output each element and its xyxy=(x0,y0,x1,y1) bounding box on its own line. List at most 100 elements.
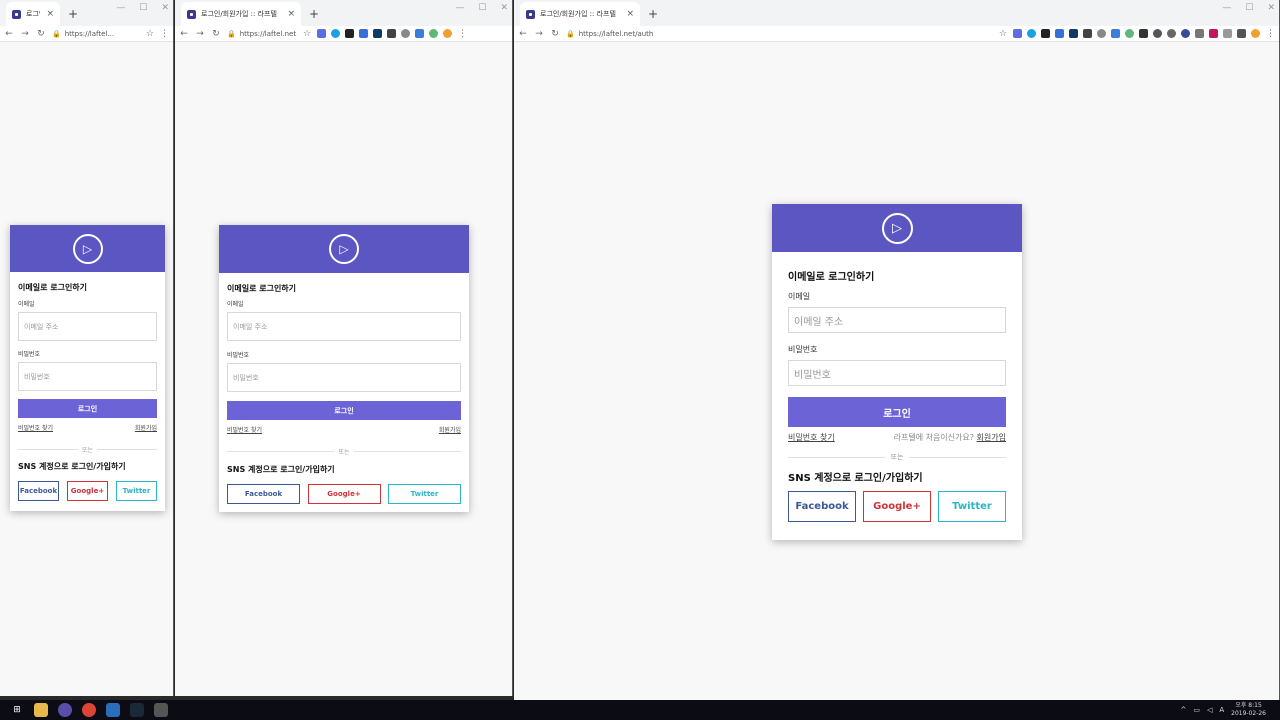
network-icon[interactable]: ▭ xyxy=(1193,706,1200,714)
new-tab-icon[interactable]: + xyxy=(68,7,78,21)
password-input[interactable]: 비밀번호 xyxy=(18,362,157,391)
extension-icon[interactable] xyxy=(1209,29,1218,38)
maximize-icon[interactable]: ☐ xyxy=(478,3,486,13)
extension-icon[interactable] xyxy=(1013,29,1022,38)
app-icon[interactable] xyxy=(106,703,120,717)
email-input[interactable]: 이메일 주소 xyxy=(18,312,157,341)
menu-icon[interactable]: ⋮ xyxy=(160,29,169,39)
extension-icon[interactable] xyxy=(1125,29,1134,38)
twitter-button[interactable]: Twitter xyxy=(116,481,157,501)
close-tab-icon[interactable]: × xyxy=(626,9,634,19)
volume-icon[interactable]: ◁ xyxy=(1207,706,1212,714)
extension-icon[interactable] xyxy=(1237,29,1246,38)
extension-icon[interactable] xyxy=(429,29,439,38)
forward-icon[interactable]: → xyxy=(20,29,30,39)
browser-tab[interactable]: 로그인/회원가입 :: 라프텔 × xyxy=(181,2,301,26)
chrome-icon[interactable] xyxy=(82,703,96,717)
close-window-icon[interactable]: ✕ xyxy=(1267,3,1275,13)
extension-icon[interactable] xyxy=(1153,29,1162,38)
windows-start-icon[interactable]: ⊞ xyxy=(10,703,24,717)
login-button[interactable]: 로그인 xyxy=(18,399,157,418)
ime-icon[interactable]: A xyxy=(1219,706,1224,714)
reload-icon[interactable]: ↻ xyxy=(36,29,46,39)
back-icon[interactable]: ← xyxy=(518,29,528,39)
google-button[interactable]: Google+ xyxy=(67,481,108,501)
maximize-icon[interactable]: ☐ xyxy=(139,3,147,13)
new-tab-icon[interactable]: + xyxy=(309,7,319,21)
extension-icon[interactable] xyxy=(415,29,425,38)
back-icon[interactable]: ← xyxy=(4,29,14,39)
extension-icon[interactable] xyxy=(317,29,327,38)
extension-icon[interactable] xyxy=(1069,29,1078,38)
login-button[interactable]: 로그인 xyxy=(227,401,461,420)
signup-link[interactable]: 회원가입 xyxy=(977,433,1006,442)
browser-tab[interactable]: 로그인/회 × xyxy=(6,2,60,26)
reload-icon[interactable]: ↻ xyxy=(550,29,560,39)
signup-link[interactable]: 회원가입 xyxy=(135,423,157,432)
maximize-icon[interactable]: ☐ xyxy=(1245,3,1253,13)
photos-icon[interactable] xyxy=(154,703,168,717)
password-input[interactable]: 비밀번호 xyxy=(788,360,1006,386)
extension-icon[interactable] xyxy=(1139,29,1148,38)
signup-link[interactable]: 회원가입 xyxy=(439,425,461,434)
address-bar[interactable]: 🔒 https://laftel.net/auth xyxy=(566,30,993,38)
google-button[interactable]: Google+ xyxy=(307,484,381,504)
extension-icon[interactable] xyxy=(331,29,341,38)
steam-icon[interactable] xyxy=(130,703,144,717)
extension-icon[interactable] xyxy=(1055,29,1064,38)
address-bar[interactable]: 🔒 https://laftel... xyxy=(52,30,140,38)
close-tab-icon[interactable]: × xyxy=(287,9,295,19)
email-input[interactable]: 이메일 주소 xyxy=(788,307,1006,333)
new-tab-icon[interactable]: + xyxy=(648,7,658,21)
minimize-icon[interactable]: — xyxy=(116,3,125,13)
extension-icon[interactable] xyxy=(345,29,355,38)
facebook-button[interactable]: Facebook xyxy=(227,484,300,504)
extension-icon[interactable] xyxy=(387,29,397,38)
address-bar[interactable]: 🔒 https://laftel.net... xyxy=(227,30,297,38)
facebook-button[interactable]: Facebook xyxy=(18,481,59,501)
extension-icon[interactable] xyxy=(443,29,453,38)
reload-icon[interactable]: ↻ xyxy=(211,29,221,39)
minimize-icon[interactable]: — xyxy=(455,3,464,13)
menu-icon[interactable]: ⋮ xyxy=(458,29,467,39)
extension-icon[interactable] xyxy=(373,29,383,38)
minimize-icon[interactable]: — xyxy=(1222,3,1231,13)
app-icon[interactable] xyxy=(58,703,72,717)
extension-icon[interactable] xyxy=(1223,29,1232,38)
extension-icon[interactable] xyxy=(359,29,369,38)
find-password-link[interactable]: 비밀번호 찾기 xyxy=(227,425,262,434)
extension-icon[interactable] xyxy=(1097,29,1106,38)
tray-chevron-icon[interactable]: ^ xyxy=(1180,706,1186,714)
forward-icon[interactable]: → xyxy=(534,29,544,39)
browser-tab[interactable]: 로그인/회원가입 :: 라프텔 × xyxy=(520,2,640,26)
twitter-button[interactable]: Twitter xyxy=(938,491,1006,522)
file-explorer-icon[interactable] xyxy=(34,703,48,717)
bookmark-star-icon[interactable]: ☆ xyxy=(999,29,1007,39)
extension-icon[interactable] xyxy=(401,29,411,38)
extension-icon[interactable] xyxy=(1195,29,1204,38)
bookmark-star-icon[interactable]: ☆ xyxy=(146,29,154,39)
twitter-button[interactable]: Twitter xyxy=(388,484,461,504)
menu-icon[interactable]: ⋮ xyxy=(1266,29,1275,39)
extension-icon[interactable] xyxy=(1027,29,1036,38)
back-icon[interactable]: ← xyxy=(179,29,189,39)
email-input[interactable]: 이메일 주소 xyxy=(227,312,461,341)
close-tab-icon[interactable]: × xyxy=(46,9,54,19)
facebook-button[interactable]: Facebook xyxy=(788,491,856,522)
extension-icon[interactable] xyxy=(1041,29,1050,38)
extension-icon[interactable] xyxy=(1251,29,1260,38)
close-window-icon[interactable]: ✕ xyxy=(161,3,169,13)
password-input[interactable]: 비밀번호 xyxy=(227,363,461,392)
extension-icon[interactable] xyxy=(1111,29,1120,38)
find-password-link[interactable]: 비밀번호 찾기 xyxy=(788,432,835,443)
extension-icon[interactable] xyxy=(1167,29,1176,38)
close-window-icon[interactable]: ✕ xyxy=(500,3,508,13)
bookmark-star-icon[interactable]: ☆ xyxy=(303,29,311,39)
clock[interactable]: 오후 8:15 2019-02-26 xyxy=(1231,702,1266,718)
google-button[interactable]: Google+ xyxy=(863,491,931,522)
forward-icon[interactable]: → xyxy=(195,29,205,39)
extension-icon[interactable] xyxy=(1181,29,1190,38)
login-button[interactable]: 로그인 xyxy=(788,397,1006,427)
extension-icon[interactable] xyxy=(1083,29,1092,38)
find-password-link[interactable]: 비밀번호 찾기 xyxy=(18,423,53,432)
